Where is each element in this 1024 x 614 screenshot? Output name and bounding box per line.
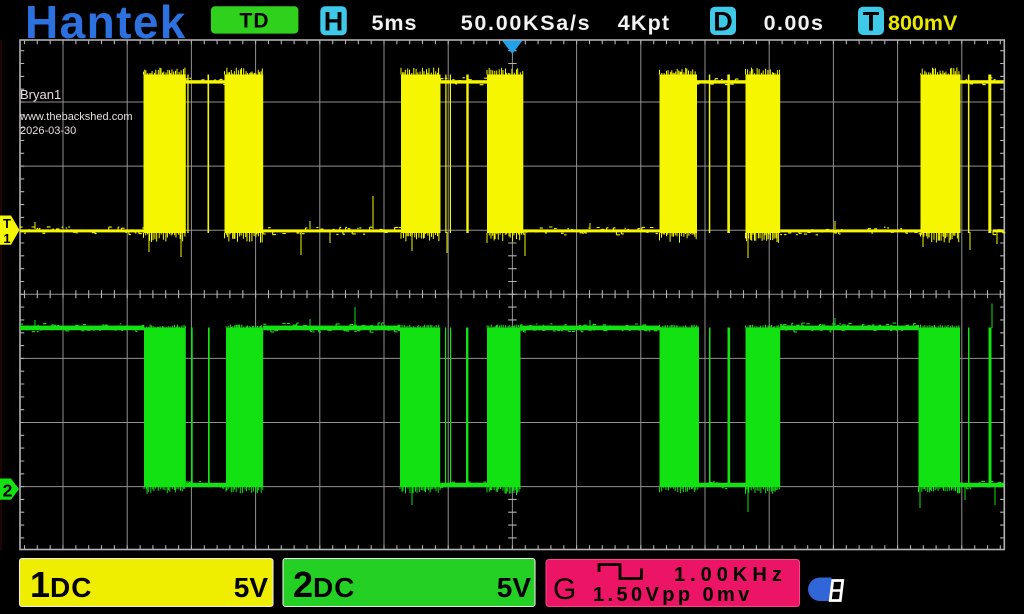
svg-text:1.50Vpp 0mv: 1.50Vpp 0mv bbox=[593, 584, 753, 606]
svg-text:5V: 5V bbox=[234, 572, 269, 603]
svg-text:5V: 5V bbox=[497, 572, 532, 603]
svg-text:800mV: 800mV bbox=[888, 11, 958, 35]
svg-text:50.00KSa/s: 50.00KSa/s bbox=[461, 11, 592, 35]
svg-text:T: T bbox=[863, 7, 880, 37]
svg-text:Hantek: Hantek bbox=[25, 0, 187, 48]
svg-text:1: 1 bbox=[3, 231, 10, 246]
svg-text:H: H bbox=[324, 7, 344, 37]
svg-text:T: T bbox=[3, 216, 11, 231]
svg-text:TD: TD bbox=[240, 10, 270, 33]
svg-text:4Kpt: 4Kpt bbox=[618, 11, 671, 35]
svg-text:D: D bbox=[713, 7, 733, 37]
svg-text:2026-03-30: 2026-03-30 bbox=[20, 125, 76, 137]
svg-text:2: 2 bbox=[3, 481, 13, 501]
svg-text:1.00KHz: 1.00KHz bbox=[674, 564, 787, 586]
svg-text:Bryan1: Bryan1 bbox=[20, 87, 61, 102]
svg-text:www.thebackshed.com: www.thebackshed.com bbox=[19, 111, 133, 123]
svg-text:G: G bbox=[553, 573, 576, 606]
svg-text:0.00s: 0.00s bbox=[764, 11, 825, 35]
svg-text:5ms: 5ms bbox=[371, 11, 417, 35]
